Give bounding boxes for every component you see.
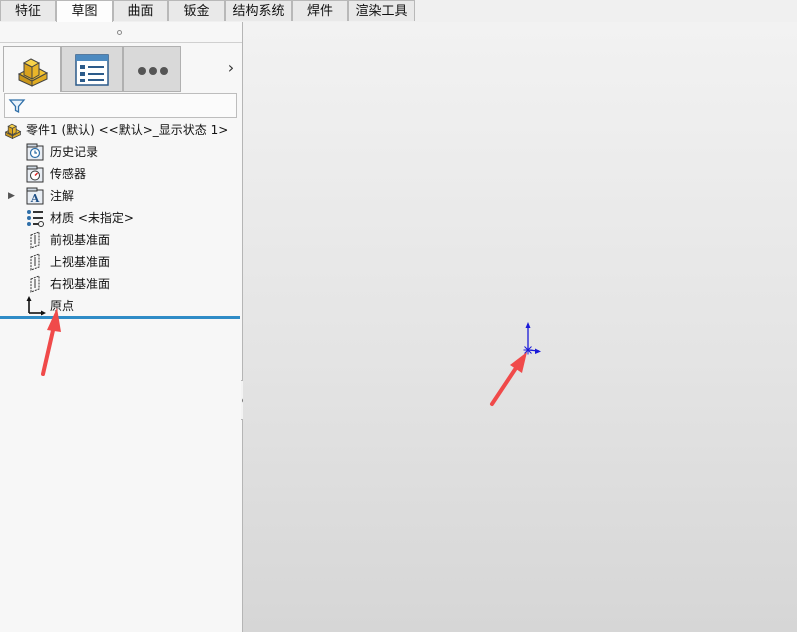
tab-sheet-metal[interactable]: 钣金 xyxy=(168,0,225,21)
material-icon xyxy=(26,209,44,227)
more-tab[interactable] xyxy=(123,46,181,92)
plane-icon xyxy=(26,275,44,293)
tree-item-front-plane[interactable]: 前视基准面 xyxy=(0,230,240,250)
plane-icon xyxy=(26,231,44,249)
part-icon xyxy=(4,121,22,140)
tab-surfaces[interactable]: 曲面 xyxy=(113,0,168,21)
tree-item-annotations[interactable]: ▶ A 注解 xyxy=(0,186,240,206)
sensor-icon xyxy=(26,165,44,183)
divider xyxy=(0,42,242,43)
property-list-icon xyxy=(75,54,109,89)
expand-arrow-icon[interactable]: ▶ xyxy=(8,186,15,206)
tree-item-history[interactable]: 历史记录 xyxy=(0,142,240,162)
tree-item-top-plane[interactable]: 上视基准面 xyxy=(0,252,240,272)
panel-grip[interactable] xyxy=(117,30,122,35)
graphics-area[interactable] xyxy=(243,22,797,632)
origin-icon xyxy=(26,296,46,316)
tree-item-label: 历史记录 xyxy=(50,145,99,159)
tree-item-material[interactable]: 材质 <未指定> xyxy=(0,208,240,228)
history-icon xyxy=(26,143,44,161)
rollback-bar[interactable] xyxy=(0,316,240,319)
tree-item-sensors[interactable]: 传感器 xyxy=(0,164,240,184)
part-icon xyxy=(16,53,50,90)
featuremanager-tab[interactable] xyxy=(3,46,61,92)
tree-item-label: 上视基准面 xyxy=(50,255,111,269)
tree-filter-input[interactable] xyxy=(4,93,237,118)
filter-icon xyxy=(8,97,26,118)
plane-icon xyxy=(26,253,44,271)
tab-weldments[interactable]: 焊件 xyxy=(292,0,348,21)
propertymanager-tab[interactable] xyxy=(61,46,123,92)
svg-text:A: A xyxy=(30,192,40,205)
tab-render-tools[interactable]: 渲染工具 xyxy=(348,0,415,21)
tab-sketch[interactable]: 草图 xyxy=(56,0,113,22)
tree-item-label: 右视基准面 xyxy=(50,277,111,291)
tree-item-origin[interactable]: 原点 xyxy=(0,296,240,316)
tree-item-label: 原点 xyxy=(50,299,75,313)
command-manager-tabs: 特征 草图 曲面 钣金 结构系统 焊件 渲染工具 xyxy=(0,0,797,22)
tree-item-label: 注解 xyxy=(50,189,75,203)
tab-structure-system[interactable]: 结构系统 xyxy=(225,0,292,21)
tree-root-label: 零件1 (默认) <<默认>_显示状态 1> xyxy=(26,123,229,137)
tree-item-label: 前视基准面 xyxy=(50,233,111,247)
tree-item-right-plane[interactable]: 右视基准面 xyxy=(0,274,240,294)
featuremanager-panel: › 零件1 (默认) <<默认>_显示状态 1> 历史记录 传感器 ▶ A 注解… xyxy=(0,22,243,632)
tab-features[interactable]: 特征 xyxy=(0,0,56,21)
chevron-right-icon[interactable]: › xyxy=(224,58,238,78)
tree-item-label: 材质 <未指定> xyxy=(50,211,134,225)
tree-item-label: 传感器 xyxy=(50,167,87,181)
annotation-icon: A xyxy=(26,187,44,205)
origin-marker-icon xyxy=(519,322,543,361)
more-dots-icon xyxy=(137,65,169,79)
